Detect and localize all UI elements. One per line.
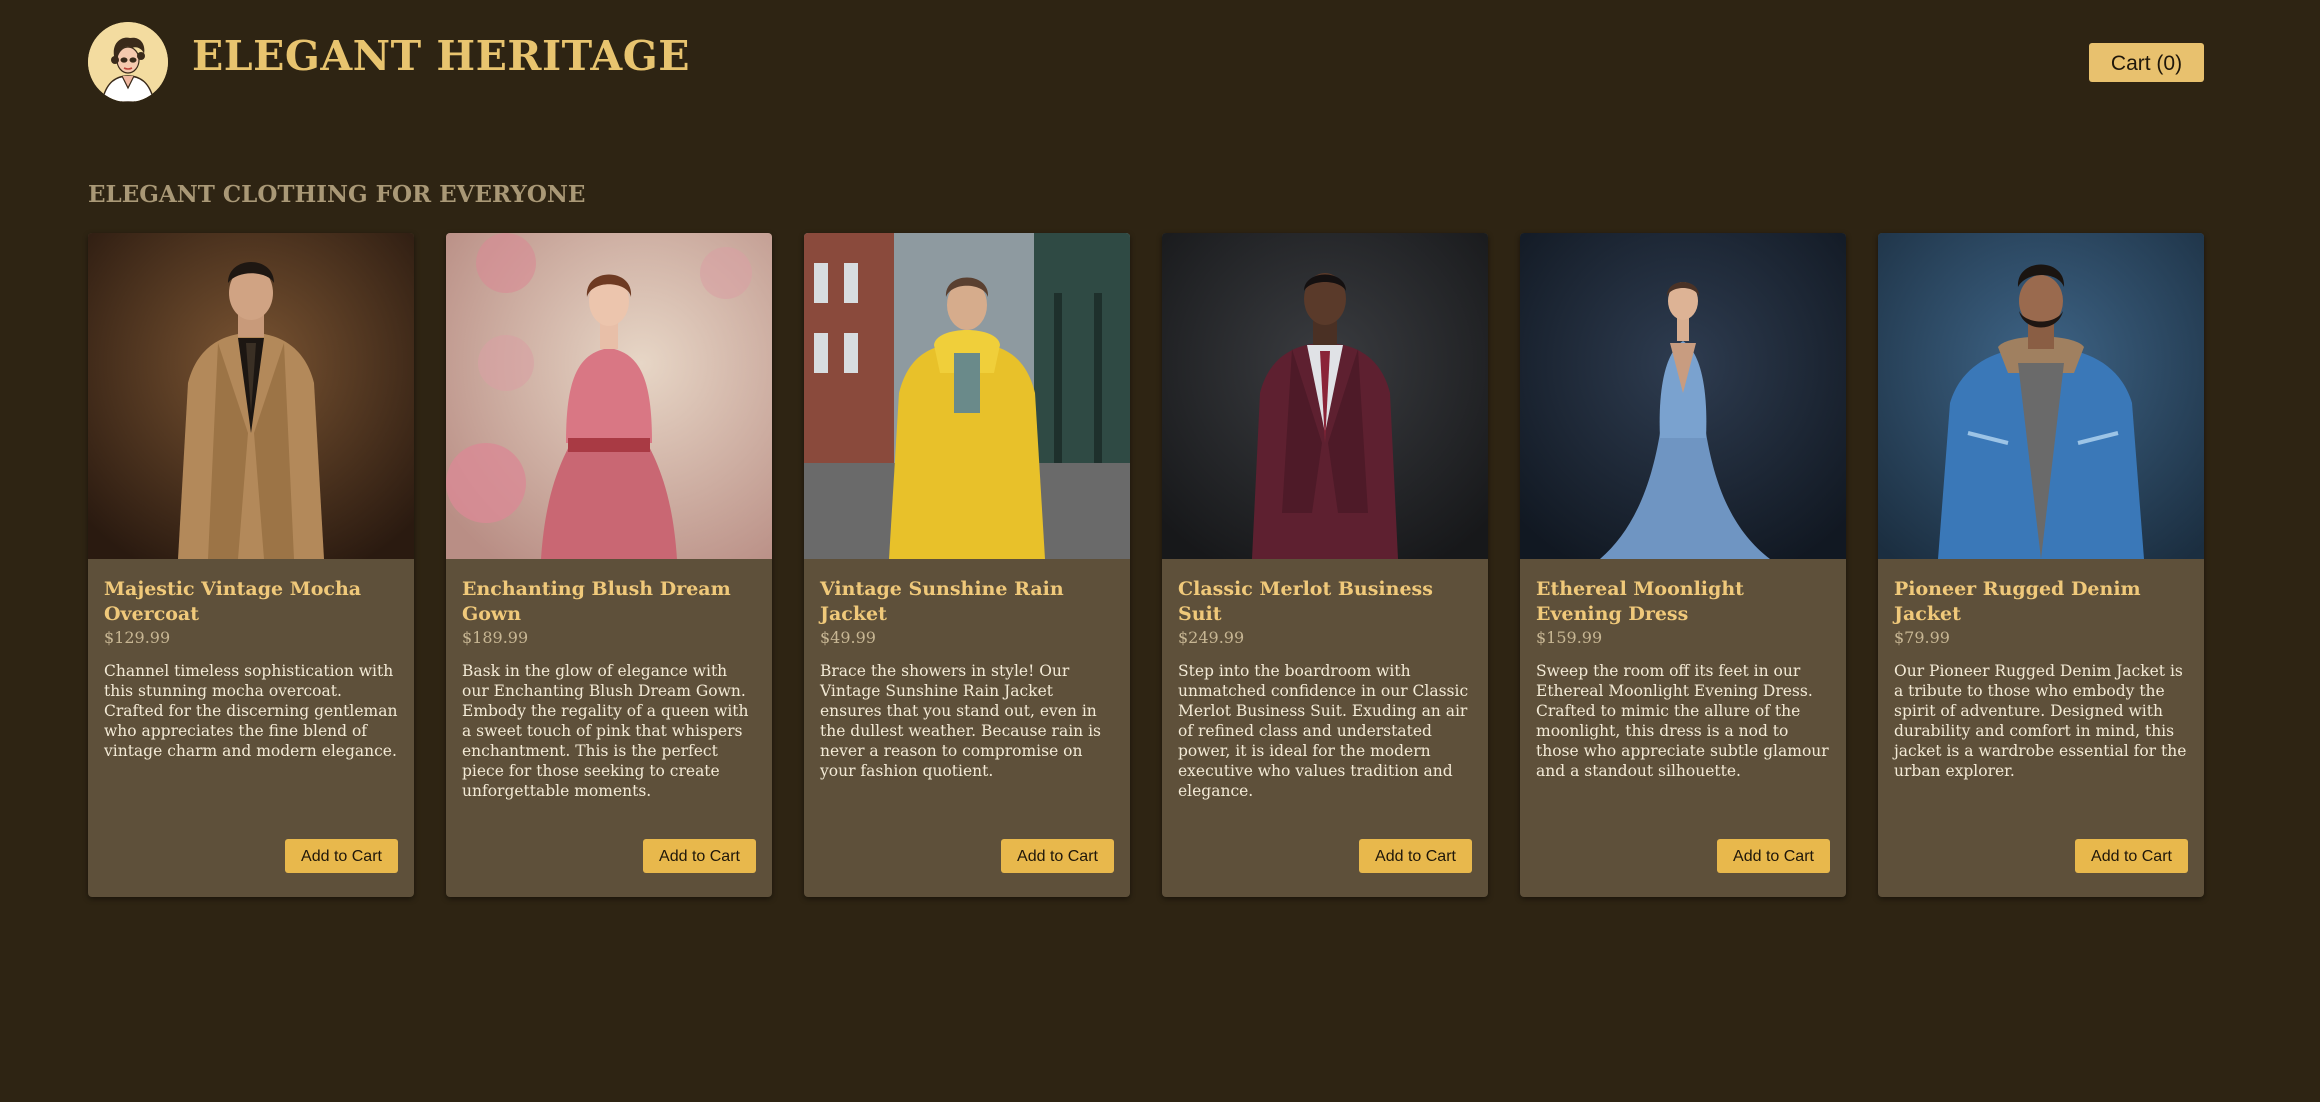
product-description: Bask in the glow of elegance with our En…: [462, 662, 749, 800]
product-info: Ethereal Moonlight Evening Dress $159.99…: [1536, 577, 1832, 781]
product-title[interactable]: Enchanting Blush Dream Gown: [462, 577, 758, 627]
product-price: $159.99: [1536, 628, 1603, 647]
product-card: Majestic Vintage Mocha Overcoat $129.99 …: [88, 233, 414, 897]
section-title: ELEGANT CLOTHING FOR EVERYONE: [88, 181, 586, 208]
product-card: Vintage Sunshine Rain Jacket $49.99 Brac…: [804, 233, 1130, 897]
product-description: Brace the showers in style! Our Vintage …: [820, 662, 1101, 780]
vintage-woman-portrait-icon[interactable]: [88, 22, 168, 102]
product-image[interactable]: [1878, 233, 2204, 559]
product-card: Ethereal Moonlight Evening Dress $159.99…: [1520, 233, 1846, 897]
add-to-cart-button[interactable]: Add to Cart: [1359, 839, 1472, 873]
site-header: ELEGANT HERITAGE Cart (0): [88, 22, 2204, 102]
product-description: Our Pioneer Rugged Denim Jacket is a tri…: [1894, 662, 2187, 780]
product-title[interactable]: Vintage Sunshine Rain Jacket: [820, 577, 1116, 627]
product-description: Channel timeless sophistication with thi…: [104, 662, 398, 760]
product-image[interactable]: [88, 233, 414, 559]
product-title[interactable]: Pioneer Rugged Denim Jacket: [1894, 577, 2190, 627]
add-to-cart-button[interactable]: Add to Cart: [1717, 839, 1830, 873]
product-price: $79.99: [1894, 628, 1950, 647]
product-title[interactable]: Classic Merlot Business Suit: [1178, 577, 1474, 627]
product-price: $49.99: [820, 628, 876, 647]
add-to-cart-button[interactable]: Add to Cart: [285, 839, 398, 873]
product-card: Enchanting Blush Dream Gown $189.99 Bask…: [446, 233, 772, 897]
product-image[interactable]: [1520, 233, 1846, 559]
product-info: Classic Merlot Business Suit $249.99 Ste…: [1178, 577, 1474, 801]
product-price: $249.99: [1178, 628, 1245, 647]
product-info: Majestic Vintage Mocha Overcoat $129.99 …: [104, 577, 400, 761]
product-card: Classic Merlot Business Suit $249.99 Ste…: [1162, 233, 1488, 897]
cart-button[interactable]: Cart (0): [2089, 43, 2204, 82]
product-image[interactable]: [446, 233, 772, 559]
add-to-cart-button[interactable]: Add to Cart: [643, 839, 756, 873]
product-description: Step into the boardroom with unmatched c…: [1178, 662, 1469, 800]
add-to-cart-button[interactable]: Add to Cart: [2075, 839, 2188, 873]
product-description: Sweep the room off its feet in our Ether…: [1536, 662, 1829, 780]
product-title[interactable]: Majestic Vintage Mocha Overcoat: [104, 577, 400, 627]
product-info: Enchanting Blush Dream Gown $189.99 Bask…: [462, 577, 758, 801]
product-image[interactable]: [1162, 233, 1488, 559]
product-card: Pioneer Rugged Denim Jacket $79.99 Our P…: [1878, 233, 2204, 897]
product-image[interactable]: [804, 233, 1130, 559]
product-grid: Majestic Vintage Mocha Overcoat $129.99 …: [88, 233, 2204, 897]
product-price: $129.99: [104, 628, 171, 647]
product-price: $189.99: [462, 628, 529, 647]
product-info: Pioneer Rugged Denim Jacket $79.99 Our P…: [1894, 577, 2190, 781]
product-title[interactable]: Ethereal Moonlight Evening Dress: [1536, 577, 1832, 627]
add-to-cart-button[interactable]: Add to Cart: [1001, 839, 1114, 873]
product-info: Vintage Sunshine Rain Jacket $49.99 Brac…: [820, 577, 1116, 781]
brand-title[interactable]: ELEGANT HERITAGE: [192, 32, 690, 80]
